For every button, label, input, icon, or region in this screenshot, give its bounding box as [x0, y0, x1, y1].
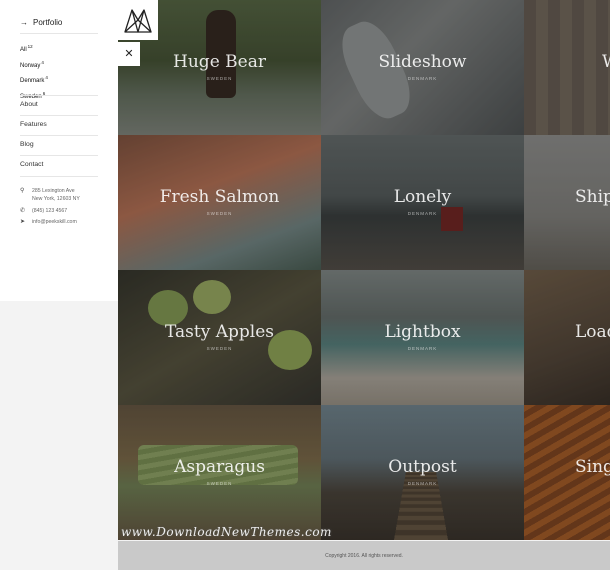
divider — [20, 176, 98, 177]
phone-text: (845) 123 4567 — [32, 208, 68, 214]
tile-title: Huge Bear — [173, 52, 266, 72]
page: Huge Bear SWEDEN Slideshow DENMARK W Fre… — [0, 0, 610, 570]
portfolio-tile-w[interactable]: W — [524, 0, 610, 135]
mountain-logo-icon — [124, 9, 152, 33]
tile-title: Lonely — [393, 187, 452, 207]
sidebar-menu: → Portfolio All12 Norway4 Denmark4 Sweden… — [0, 0, 118, 301]
tile-title: Asparagus — [174, 457, 265, 477]
portfolio-tile-lightbox[interactable]: Lightbox DENMARK — [321, 270, 524, 405]
tile-title: Fresh Salmon — [159, 187, 280, 207]
portfolio-tile-asparagus[interactable]: Asparagus SWEDEN — [118, 405, 321, 540]
portfolio-tile-lonely[interactable]: Lonely DENMARK — [321, 135, 524, 270]
filter-label: Norway — [20, 62, 41, 69]
filter-label: All — [20, 47, 27, 53]
tile-title: Load — [575, 322, 610, 342]
nav-link-features[interactable]: Features — [20, 121, 47, 128]
tile-subtitle: SWEDEN — [206, 481, 233, 486]
nav-link-blog[interactable]: Blog — [20, 141, 34, 148]
portfolio-tile-ship[interactable]: Ship — [524, 135, 610, 270]
address-line-1: 285 Lexington Ave — [32, 188, 75, 194]
portfolio-grid: Huge Bear SWEDEN Slideshow DENMARK W Fre… — [118, 0, 610, 541]
tile-subtitle: DENMARK — [407, 76, 438, 81]
email-text[interactable]: info@peekskill.com — [32, 219, 77, 227]
divider — [20, 135, 98, 136]
tile-subtitle: SWEDEN — [206, 211, 233, 216]
tile-subtitle: SWEDEN — [206, 76, 233, 81]
watermark-text: www.DownloadNewThemes.com — [121, 525, 332, 539]
contact-address: ⚲ 285 Lexington Ave New York, 12603 NY — [20, 188, 110, 204]
tile-title: Slideshow — [378, 52, 467, 72]
site-logo[interactable] — [118, 0, 158, 40]
divider — [20, 33, 98, 34]
tile-subtitle: SWEDEN — [206, 346, 233, 351]
tile-title: Ship — [575, 187, 610, 207]
portfolio-heading[interactable]: → Portfolio — [20, 18, 62, 27]
portfolio-tile-load[interactable]: Load — [524, 270, 610, 405]
footer: Copyright 2016. All rights reserved. — [118, 541, 610, 570]
tile-title: Outpost — [388, 457, 457, 477]
map-pin-icon: ⚲ — [20, 188, 25, 194]
tile-subtitle: DENMARK — [407, 211, 438, 216]
portfolio-tile-singl[interactable]: Singl — [524, 405, 610, 540]
filter-count: 4 — [45, 75, 48, 80]
tile-subtitle: DENMARK — [407, 346, 438, 351]
tile-title: Lightbox — [384, 322, 461, 342]
filter-all[interactable]: All12 — [20, 41, 48, 57]
portfolio-filters: All12 Norway4 Denmark4 Sweden6 — [20, 41, 48, 103]
tile-title: Tasty Apples — [165, 322, 274, 342]
contact-phone: ✆ (845) 123 4567 — [20, 208, 110, 216]
portfolio-tile-slideshow[interactable]: Slideshow DENMARK — [321, 0, 524, 135]
close-menu-button[interactable]: ✕ — [118, 42, 140, 66]
filter-count: 12 — [27, 44, 33, 49]
filter-count: 4 — [41, 59, 44, 65]
portfolio-tile-tasty-apples[interactable]: Tasty Apples SWEDEN — [118, 270, 321, 405]
phone-icon: ✆ — [20, 208, 26, 214]
filter-norway[interactable]: Norway4 — [20, 57, 48, 73]
close-icon: ✕ — [124, 48, 134, 60]
tile-title: W — [602, 52, 610, 72]
sidebar-background — [0, 301, 118, 570]
tile-title: Singl — [575, 457, 610, 477]
filter-denmark[interactable]: Denmark4 — [20, 72, 48, 88]
divider — [20, 155, 98, 156]
portfolio-tile-fresh-salmon[interactable]: Fresh Salmon SWEDEN — [118, 135, 321, 270]
nav-link-about[interactable]: About — [20, 101, 38, 108]
portfolio-tile-outpost[interactable]: Outpost DENMARK — [321, 405, 524, 540]
address-line-2: New York, 12603 NY — [32, 196, 80, 202]
contact-email[interactable]: ➤ info@peekskill.com — [20, 219, 110, 227]
arrow-right-icon: → — [20, 18, 28, 27]
filter-label: Denmark — [20, 78, 45, 84]
divider — [20, 115, 98, 116]
tile-subtitle: DENMARK — [407, 481, 438, 486]
divider — [20, 95, 98, 96]
nav-link-contact[interactable]: Contact — [20, 161, 43, 168]
send-icon: ➤ — [20, 219, 26, 225]
portfolio-label: Portfolio — [33, 18, 63, 27]
copyright-text: Copyright 2016. All rights reserved. — [325, 553, 403, 559]
